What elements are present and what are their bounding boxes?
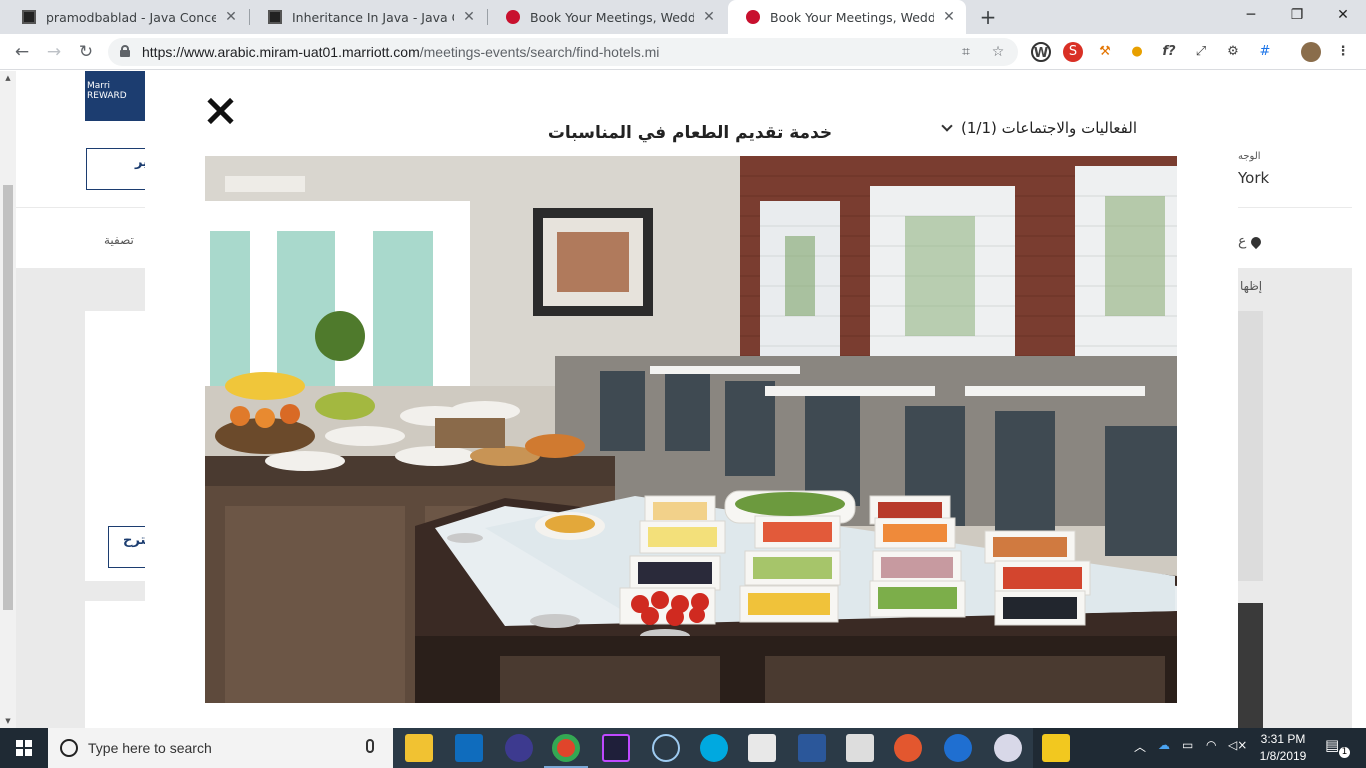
close-icon[interactable] [205, 95, 237, 127]
gallery-category-label: الفعاليات والاجتماعات (1/1) [961, 119, 1137, 137]
intellij-icon[interactable] [602, 734, 630, 762]
cortana-icon [60, 739, 78, 757]
photos-icon[interactable] [748, 734, 776, 762]
chrome-icon[interactable] [552, 734, 580, 762]
close-icon[interactable]: ✕ [462, 9, 476, 25]
lock-app-icon[interactable] [1042, 734, 1070, 762]
scroll-down-arrow[interactable]: ▼ [0, 714, 16, 728]
minimize-button[interactable]: ─ [1228, 0, 1274, 30]
right-gutter [1352, 71, 1366, 728]
tab-title: Inheritance In Java - Java Concep [292, 9, 454, 25]
background-button[interactable]: ير [86, 148, 146, 190]
tab-title: pramodbablad - Java Concept Of [46, 9, 216, 25]
outlook-icon[interactable] [455, 734, 483, 762]
skype-icon[interactable] [700, 734, 728, 762]
marriott-icon [506, 10, 520, 24]
translate-icon[interactable]: ⌗ [956, 42, 976, 62]
filter-label[interactable]: تصفية [104, 233, 134, 247]
new-tab-button[interactable]: + [976, 5, 1000, 29]
destination-label: الوجه [1238, 151, 1261, 162]
clock-date: 1/8/2019 [1259, 749, 1307, 763]
windows-taskbar: Type here to search ︿ ☁ ▭ ◠ ◁× 3:31 PM 1… [0, 728, 1366, 768]
scroll-up-arrow[interactable]: ▲ [0, 71, 16, 85]
settings-extension-icon[interactable]: ⚙ [1223, 42, 1243, 62]
eclipse-icon[interactable] [505, 734, 533, 762]
close-icon[interactable]: ✕ [702, 9, 716, 25]
cookie-extension-icon[interactable]: ● [1127, 42, 1147, 62]
gallery-category-dropdown[interactable]: الفعاليات والاجتماعات (1/1) [921, 119, 1137, 137]
destination-value: York [1238, 169, 1270, 187]
search-placeholder: Type here to search [88, 740, 212, 756]
resize-extension-icon[interactable]: ⤢ [1191, 42, 1211, 62]
onedrive-icon[interactable]: ☁ [1158, 738, 1170, 752]
dark-square-icon [268, 10, 282, 24]
close-icon[interactable]: ✕ [942, 9, 956, 25]
profile-avatar[interactable] [1301, 42, 1321, 62]
brand-label: Marri REWARD [87, 81, 127, 101]
word-icon[interactable] [798, 734, 826, 762]
hammer-extension-icon[interactable]: ⚒ [1095, 42, 1115, 62]
page-scrollbar[interactable]: ▲ ▼ [0, 71, 16, 728]
browser-tab-4-active[interactable]: Book Your Meetings, Weddings, & ✕ [728, 0, 966, 34]
clock-time: 3:31 PM [1260, 732, 1306, 746]
card-right [1238, 311, 1263, 581]
microphone-icon[interactable] [366, 739, 374, 753]
url-host: https://www.arabic.miram-uat01.marriott.… [142, 44, 420, 60]
grid-extension-icon[interactable]: # [1255, 42, 1275, 62]
function-extension-icon[interactable]: f? [1159, 42, 1179, 62]
dark-square-icon [22, 10, 36, 24]
notification-count: 1 [1339, 747, 1350, 758]
wifi-icon[interactable]: ◠ [1206, 738, 1216, 752]
forward-button[interactable]: → [42, 40, 66, 64]
window-close-button[interactable]: ✕ [1320, 0, 1366, 30]
maximize-button[interactable]: ❐ [1274, 0, 1320, 30]
scrollbar-thumb[interactable] [3, 185, 13, 610]
media-icon[interactable] [652, 734, 680, 762]
chevron-down-icon [941, 120, 953, 132]
action-center-icon[interactable]: ▤ [1325, 736, 1339, 754]
seo-extension-icon[interactable]: S [1063, 42, 1083, 62]
suggest-button[interactable]: قترح [108, 526, 146, 568]
button-label: قترح [123, 533, 146, 548]
star-icon[interactable]: ☆ [988, 42, 1008, 62]
close-icon[interactable]: ✕ [224, 9, 238, 25]
show-label: إظها [1240, 279, 1263, 293]
marriott-rewards-logo: Marri REWARD [85, 71, 145, 121]
reload-button[interactable]: ↻ [74, 40, 98, 64]
modal-title: خدمة تقديم الطعام في المناسبات [547, 123, 833, 143]
url-text[interactable]: https://www.arabic.miram-uat01.marriott.… [142, 44, 659, 60]
edge-icon[interactable] [944, 734, 972, 762]
browser-toolbar: ← → ↻ https://www.arabic.miram-uat01.mar… [0, 34, 1366, 70]
back-button[interactable]: ← [10, 40, 34, 64]
remote-desktop-icon[interactable] [846, 734, 874, 762]
location-label: ع [1238, 233, 1247, 249]
photo-gallery-modal: خدمة تقديم الطعام في المناسبات الفعاليات… [145, 71, 1238, 728]
paint-icon[interactable] [994, 734, 1022, 762]
lock-icon [120, 45, 130, 57]
browser-tab-3[interactable]: Book Your Meetings, Weddings, & ✕ [488, 0, 726, 34]
volume-icon[interactable]: ◁× [1228, 738, 1247, 752]
file-explorer-icon[interactable] [405, 734, 433, 762]
system-clock[interactable]: 3:31 PM 1/8/2019 [1253, 731, 1313, 765]
card-right-2 [1238, 603, 1263, 728]
menu-icon[interactable]: ⋮ [1333, 42, 1353, 62]
tab-title: Book Your Meetings, Weddings, & [770, 9, 934, 25]
browser-tab-2[interactable]: Inheritance In Java - Java Concep ✕ [250, 0, 486, 34]
taskbar-search-box[interactable]: Type here to search [48, 728, 393, 768]
wordpress-extension-icon[interactable]: W [1031, 42, 1051, 62]
tab-title: Book Your Meetings, Weddings, & [530, 9, 694, 25]
address-bar[interactable]: https://www.arabic.miram-uat01.marriott.… [108, 38, 1018, 66]
browser-tab-1[interactable]: pramodbablad - Java Concept Of ✕ [4, 0, 248, 34]
windows-start-icon[interactable] [16, 740, 32, 756]
card-left-2 [85, 601, 145, 728]
browser-tab-strip: pramodbablad - Java Concept Of ✕ Inherit… [0, 0, 1366, 34]
marriott-icon [746, 10, 760, 24]
battery-icon[interactable]: ▭ [1182, 738, 1193, 752]
rocket-icon[interactable] [894, 734, 922, 762]
url-path: /meetings-events/search/find-hotels.mi [419, 44, 660, 60]
restaurant-buffet-photo [205, 156, 1177, 703]
show-hidden-icons[interactable]: ︿ [1134, 738, 1146, 755]
